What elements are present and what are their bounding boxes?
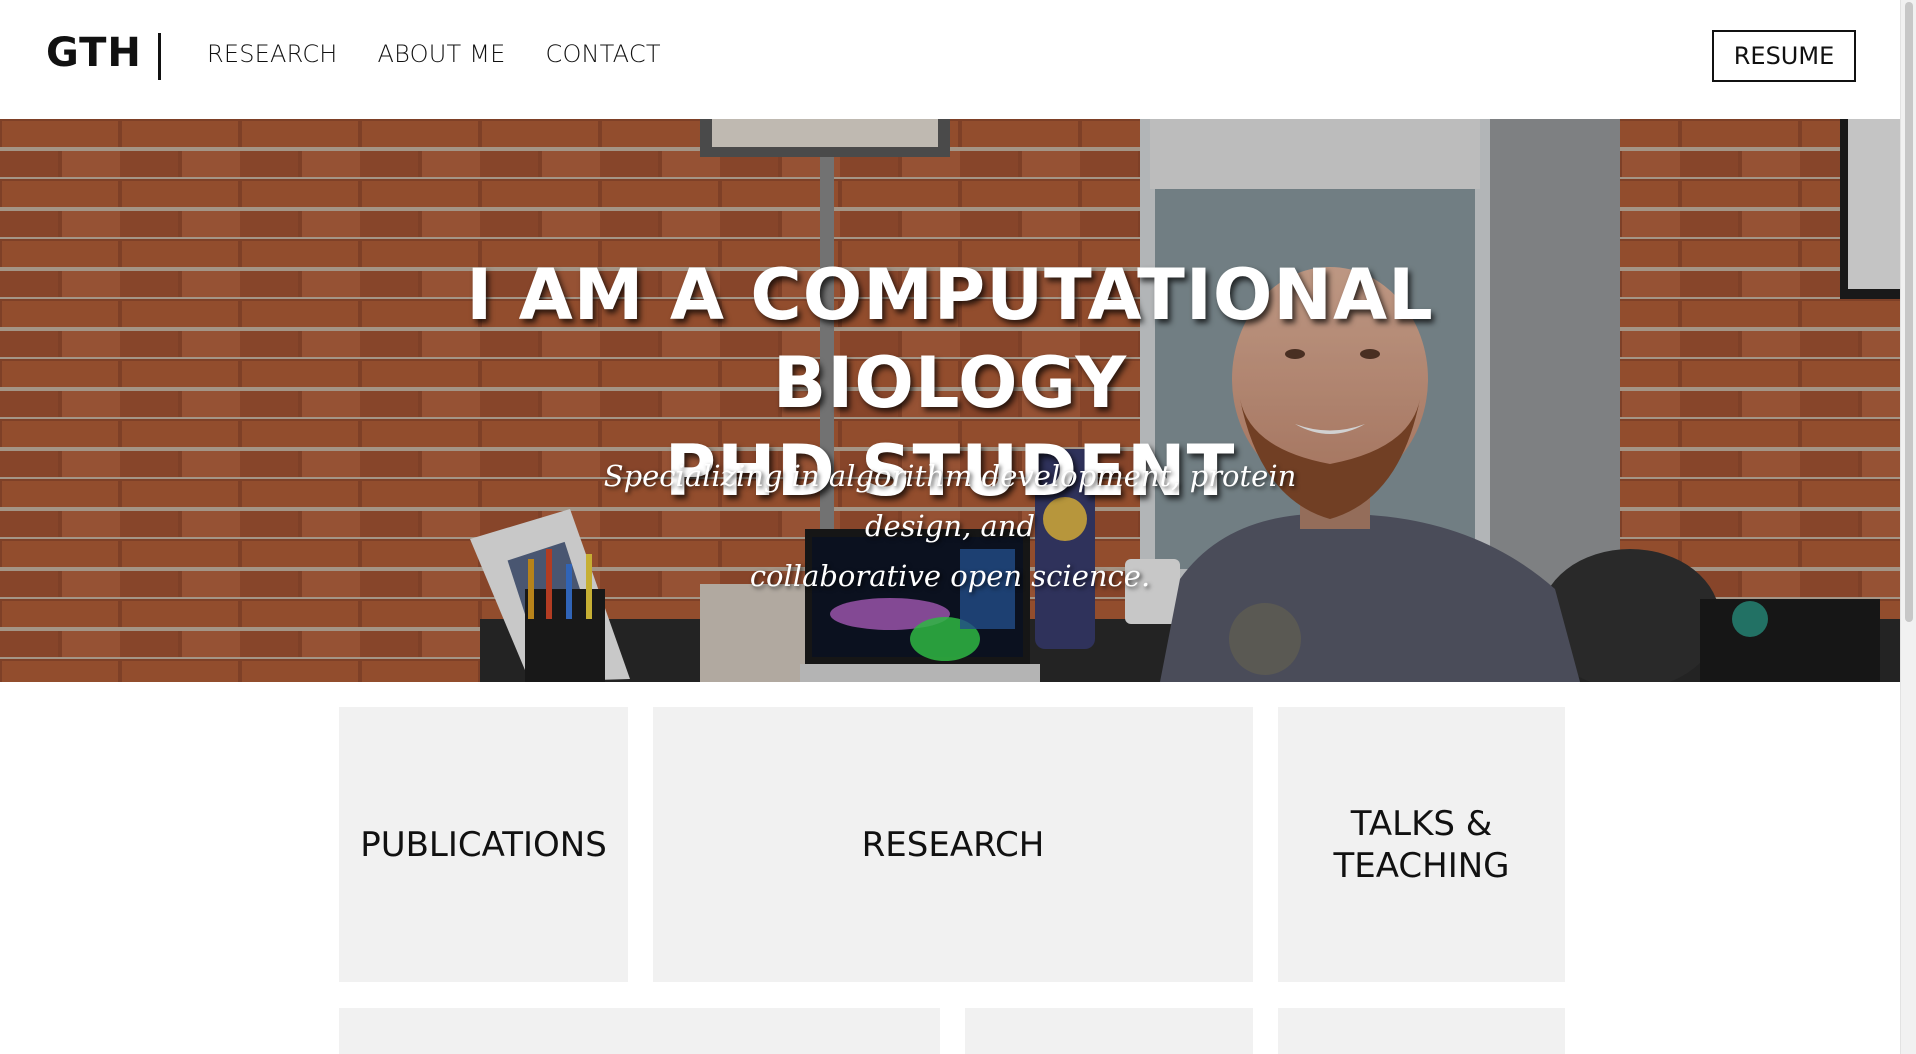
logo-divider xyxy=(158,33,161,80)
tile-research[interactable]: RESEARCH xyxy=(653,707,1253,982)
tile-research-label: RESEARCH xyxy=(861,824,1045,865)
hero-subtitle-line1: Specializing in algorithm development, p… xyxy=(603,459,1297,543)
page-scrollbar[interactable] xyxy=(1900,0,1916,1054)
tile-row2-middle[interactable] xyxy=(965,1008,1253,1054)
nav-research[interactable]: RESEARCH xyxy=(207,40,338,68)
tile-row2-right[interactable] xyxy=(1278,1008,1565,1054)
hero-subtitle: Specializing in algorithm development, p… xyxy=(560,451,1340,601)
tile-talks-label-line2: TEACHING xyxy=(1333,845,1510,886)
hero-subtitle-line2: collaborative open science. xyxy=(749,559,1151,593)
site-logo[interactable]: GTH xyxy=(46,30,142,76)
tile-publications[interactable]: PUBLICATIONS xyxy=(339,707,628,982)
main-nav: RESEARCH ABOUT ME CONTACT xyxy=(207,40,661,68)
hero-title-line1: I AM A COMPUTATIONAL BIOLOGY xyxy=(466,254,1434,424)
nav-contact[interactable]: CONTACT xyxy=(545,40,660,68)
tile-publications-label: PUBLICATIONS xyxy=(360,824,607,865)
nav-about-me[interactable]: ABOUT ME xyxy=(378,40,506,68)
scrollbar-thumb[interactable] xyxy=(1905,2,1913,622)
page: GTH RESEARCH ABOUT ME CONTACT RESUME I A… xyxy=(0,0,1916,1054)
tile-talks-label-line1: TALKS & xyxy=(1350,803,1493,844)
tile-row2-wide[interactable] xyxy=(339,1008,940,1054)
tile-talks-teaching[interactable]: TALKS & TEACHING xyxy=(1278,707,1565,982)
resume-button[interactable]: RESUME xyxy=(1712,30,1856,82)
site-header: GTH RESEARCH ABOUT ME CONTACT RESUME xyxy=(0,0,1900,119)
hero-banner: I AM A COMPUTATIONAL BIOLOGY PHD STUDENT… xyxy=(0,119,1905,682)
